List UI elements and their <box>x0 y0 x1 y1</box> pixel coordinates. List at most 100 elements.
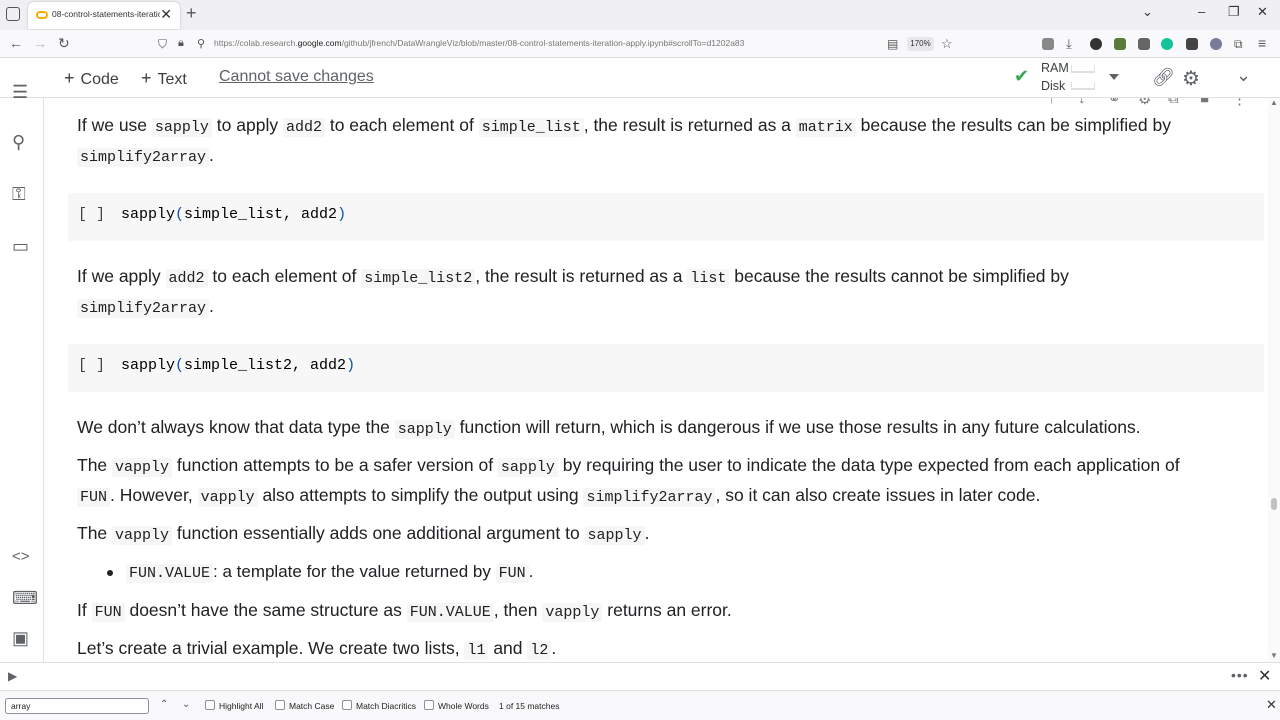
restore-icon[interactable]: ❐ <box>1228 4 1240 20</box>
code-snippets-icon[interactable]: <> <box>12 548 30 565</box>
more-options-icon[interactable]: ⋮ <box>1232 98 1247 108</box>
settings-gear-icon[interactable]: ⚙ <box>1182 66 1200 91</box>
ram-meter <box>1071 65 1095 73</box>
shield-icon[interactable]: ⛉ <box>158 37 167 52</box>
move-up-icon[interactable]: ↑ <box>1048 98 1056 107</box>
cannot-save-link[interactable]: Cannot save changes <box>219 68 374 86</box>
add-code-label: Code <box>80 71 119 88</box>
command-palette-icon[interactable]: ⌨ <box>12 588 38 609</box>
pocket-icon[interactable] <box>1042 38 1054 50</box>
lock-icon[interactable]: 🔒︎ <box>178 37 184 50</box>
mirror-cell-icon[interactable]: ⧉ <box>1168 98 1179 107</box>
bookmark-star-icon[interactable]: ☆ <box>941 36 953 52</box>
extensions-puzzle-icon[interactable]: ⧉ <box>1234 37 1243 52</box>
permissions-icon[interactable]: ⚲ <box>197 37 205 50</box>
text-cell-vapply-intro-cont: FUN. However, vapply also attempts to si… <box>77 480 1040 513</box>
tab-close-icon[interactable]: ✕ <box>160 6 172 23</box>
url-prefix: https://colab.research. <box>214 38 298 48</box>
window-close-icon[interactable]: ✕ <box>1257 4 1268 20</box>
link-icon[interactable]: 🔗︎ <box>1152 67 1175 88</box>
forward-arrow-icon[interactable]: → <box>33 35 47 51</box>
url-field[interactable]: https://colab.research.google.com/github… <box>214 38 744 48</box>
navigation-bar: ← → ↻ ⛉ 🔒︎ ⚲ https://colab.research.goog… <box>0 30 1280 58</box>
table-of-contents-icon[interactable]: ☰ <box>12 82 28 103</box>
whole-words-label: Whole Words <box>438 701 489 711</box>
resources-dropdown-icon[interactable] <box>1109 74 1119 80</box>
add-text-label: Text <box>157 71 187 88</box>
add-code-button[interactable]: + Code <box>64 68 119 89</box>
delete-cell-icon[interactable]: ■ <box>1200 98 1209 107</box>
app-menu-icon[interactable]: ≡ <box>1258 35 1266 51</box>
list-item: FUN.VALUE: a template for the value retu… <box>106 557 533 589</box>
minimize-icon[interactable]: – <box>1198 4 1205 19</box>
tab-title: 08-control-statements-iteration-apply <box>52 9 160 19</box>
notebook-area: If we use sapply to apply add2 to each e… <box>44 98 1268 662</box>
more-dots-icon[interactable]: ••• <box>1231 667 1249 683</box>
text-cell-trivial-example: Let’s create a trivial example. We creat… <box>77 638 557 660</box>
code-cell[interactable]: [ ] sapply(simple_list2, add2) <box>68 344 1264 392</box>
text-cell-sapply-list-cont: simplify2array. <box>77 291 214 324</box>
text-cell-vapply-error: If FUN doesn’t have the same structure a… <box>77 600 732 622</box>
find-previous-icon[interactable]: ⌃ <box>160 699 168 710</box>
folder-icon[interactable]: ▭ <box>12 236 29 257</box>
back-arrow-icon[interactable]: ← <box>9 35 23 51</box>
scroll-down-arrow-icon[interactable]: ▼ <box>1270 651 1278 660</box>
code-source[interactable]: sapply(simple_list, add2) <box>121 206 346 223</box>
new-tab-button[interactable]: + <box>186 3 197 24</box>
extension-icon[interactable] <box>1186 38 1198 50</box>
shield-extension-icon[interactable] <box>1138 38 1150 50</box>
scroll-thumb[interactable] <box>1271 498 1277 510</box>
cell-settings-icon[interactable]: ⚙ <box>1138 98 1151 108</box>
code-source[interactable]: sapply(simple_list2, add2) <box>121 357 355 374</box>
tab-overflow-chevron-icon[interactable]: ⌄ <box>1142 4 1153 20</box>
url-host: google.com <box>297 38 342 48</box>
link-cell-icon[interactable]: ⚭ <box>1108 98 1121 108</box>
reload-icon[interactable]: ↻ <box>58 35 70 52</box>
scroll-up-arrow-icon[interactable]: ▲ <box>1270 98 1278 107</box>
find-input[interactable] <box>5 698 149 714</box>
text-cell-sapply-danger: We don’t always know that data type the … <box>77 417 1141 439</box>
search-icon[interactable]: ⚲ <box>12 132 25 153</box>
colab-toolbar: + Code + Text Cannot save changes ✔ RAM Di… <box>0 58 1280 98</box>
find-bar: ⌃ ⌄ Highlight All Match Case Match Diacr… <box>0 690 1280 720</box>
close-icon[interactable]: ✕ <box>1258 666 1271 686</box>
text-cell-sapply-matrix: If we use sapply to apply add2 to each e… <box>77 115 1171 137</box>
url-path: /github/jfrench/DataWrangleViz/blob/mast… <box>341 38 745 48</box>
run-cell-button[interactable]: [ ] <box>78 206 105 223</box>
text-cell-sapply-matrix-cont: simplify2array. <box>77 140 214 173</box>
extension-icon[interactable] <box>1090 38 1102 50</box>
status-strip: ▶ ••• ✕ <box>0 662 1280 690</box>
reader-view-icon[interactable]: ▤ <box>887 37 898 51</box>
left-sidebar: ☰ ⚲ ⚿ ▭ <> ⌨ ▣ <box>0 82 44 662</box>
disk-label[interactable]: Disk <box>1041 79 1065 93</box>
list-all-tabs-icon[interactable] <box>6 7 20 21</box>
add-text-button[interactable]: + Text <box>141 68 187 89</box>
downloads-icon[interactable]: ⤓ <box>1066 36 1072 52</box>
disk-meter <box>1071 82 1095 90</box>
colab-favicon-icon <box>36 11 48 19</box>
tab-strip: 08-control-statements-iteration-apply ✕ … <box>0 0 1280 30</box>
move-down-icon[interactable]: ↓ <box>1078 98 1086 107</box>
find-next-icon[interactable]: ⌄ <box>182 699 190 710</box>
collapse-chevron-icon[interactable]: ⌄ <box>1236 65 1251 86</box>
browser-tab[interactable]: 08-control-statements-iteration-apply ✕ <box>28 2 180 29</box>
extension-icon[interactable] <box>1114 38 1126 50</box>
text-cell-vapply-intro: The vapply function attempts to be a saf… <box>77 455 1180 477</box>
extension-icon[interactable] <box>1210 38 1222 50</box>
cell-toolbar: ↑ ↓ ⚭ ⚙ ⧉ ■ ⋮ <box>1040 98 1255 112</box>
match-case-label: Match Case <box>289 701 335 711</box>
expand-arrow-icon[interactable]: ▶ <box>8 669 17 683</box>
run-cell-button[interactable]: [ ] <box>78 357 105 374</box>
find-close-icon[interactable]: ✕ <box>1266 697 1277 713</box>
highlight-all-label: Highlight All <box>219 701 264 711</box>
match-diacritics-label: Match Diacritics <box>356 701 416 711</box>
terminal-icon[interactable]: ▣ <box>12 628 29 649</box>
code-cell[interactable]: [ ] sapply(simple_list, add2) <box>68 193 1264 241</box>
key-icon[interactable]: ⚿ <box>12 184 26 205</box>
vertical-scrollbar[interactable]: ▲ ▼ <box>1268 98 1280 662</box>
text-cell-vapply-argument: The vapply function essentially adds one… <box>77 523 650 545</box>
ram-label[interactable]: RAM <box>1041 61 1069 75</box>
text-cell-sapply-list: If we apply add2 to each element of simp… <box>77 266 1069 288</box>
zoom-level[interactable]: 170% <box>907 37 934 51</box>
grammarly-icon[interactable] <box>1161 38 1173 50</box>
